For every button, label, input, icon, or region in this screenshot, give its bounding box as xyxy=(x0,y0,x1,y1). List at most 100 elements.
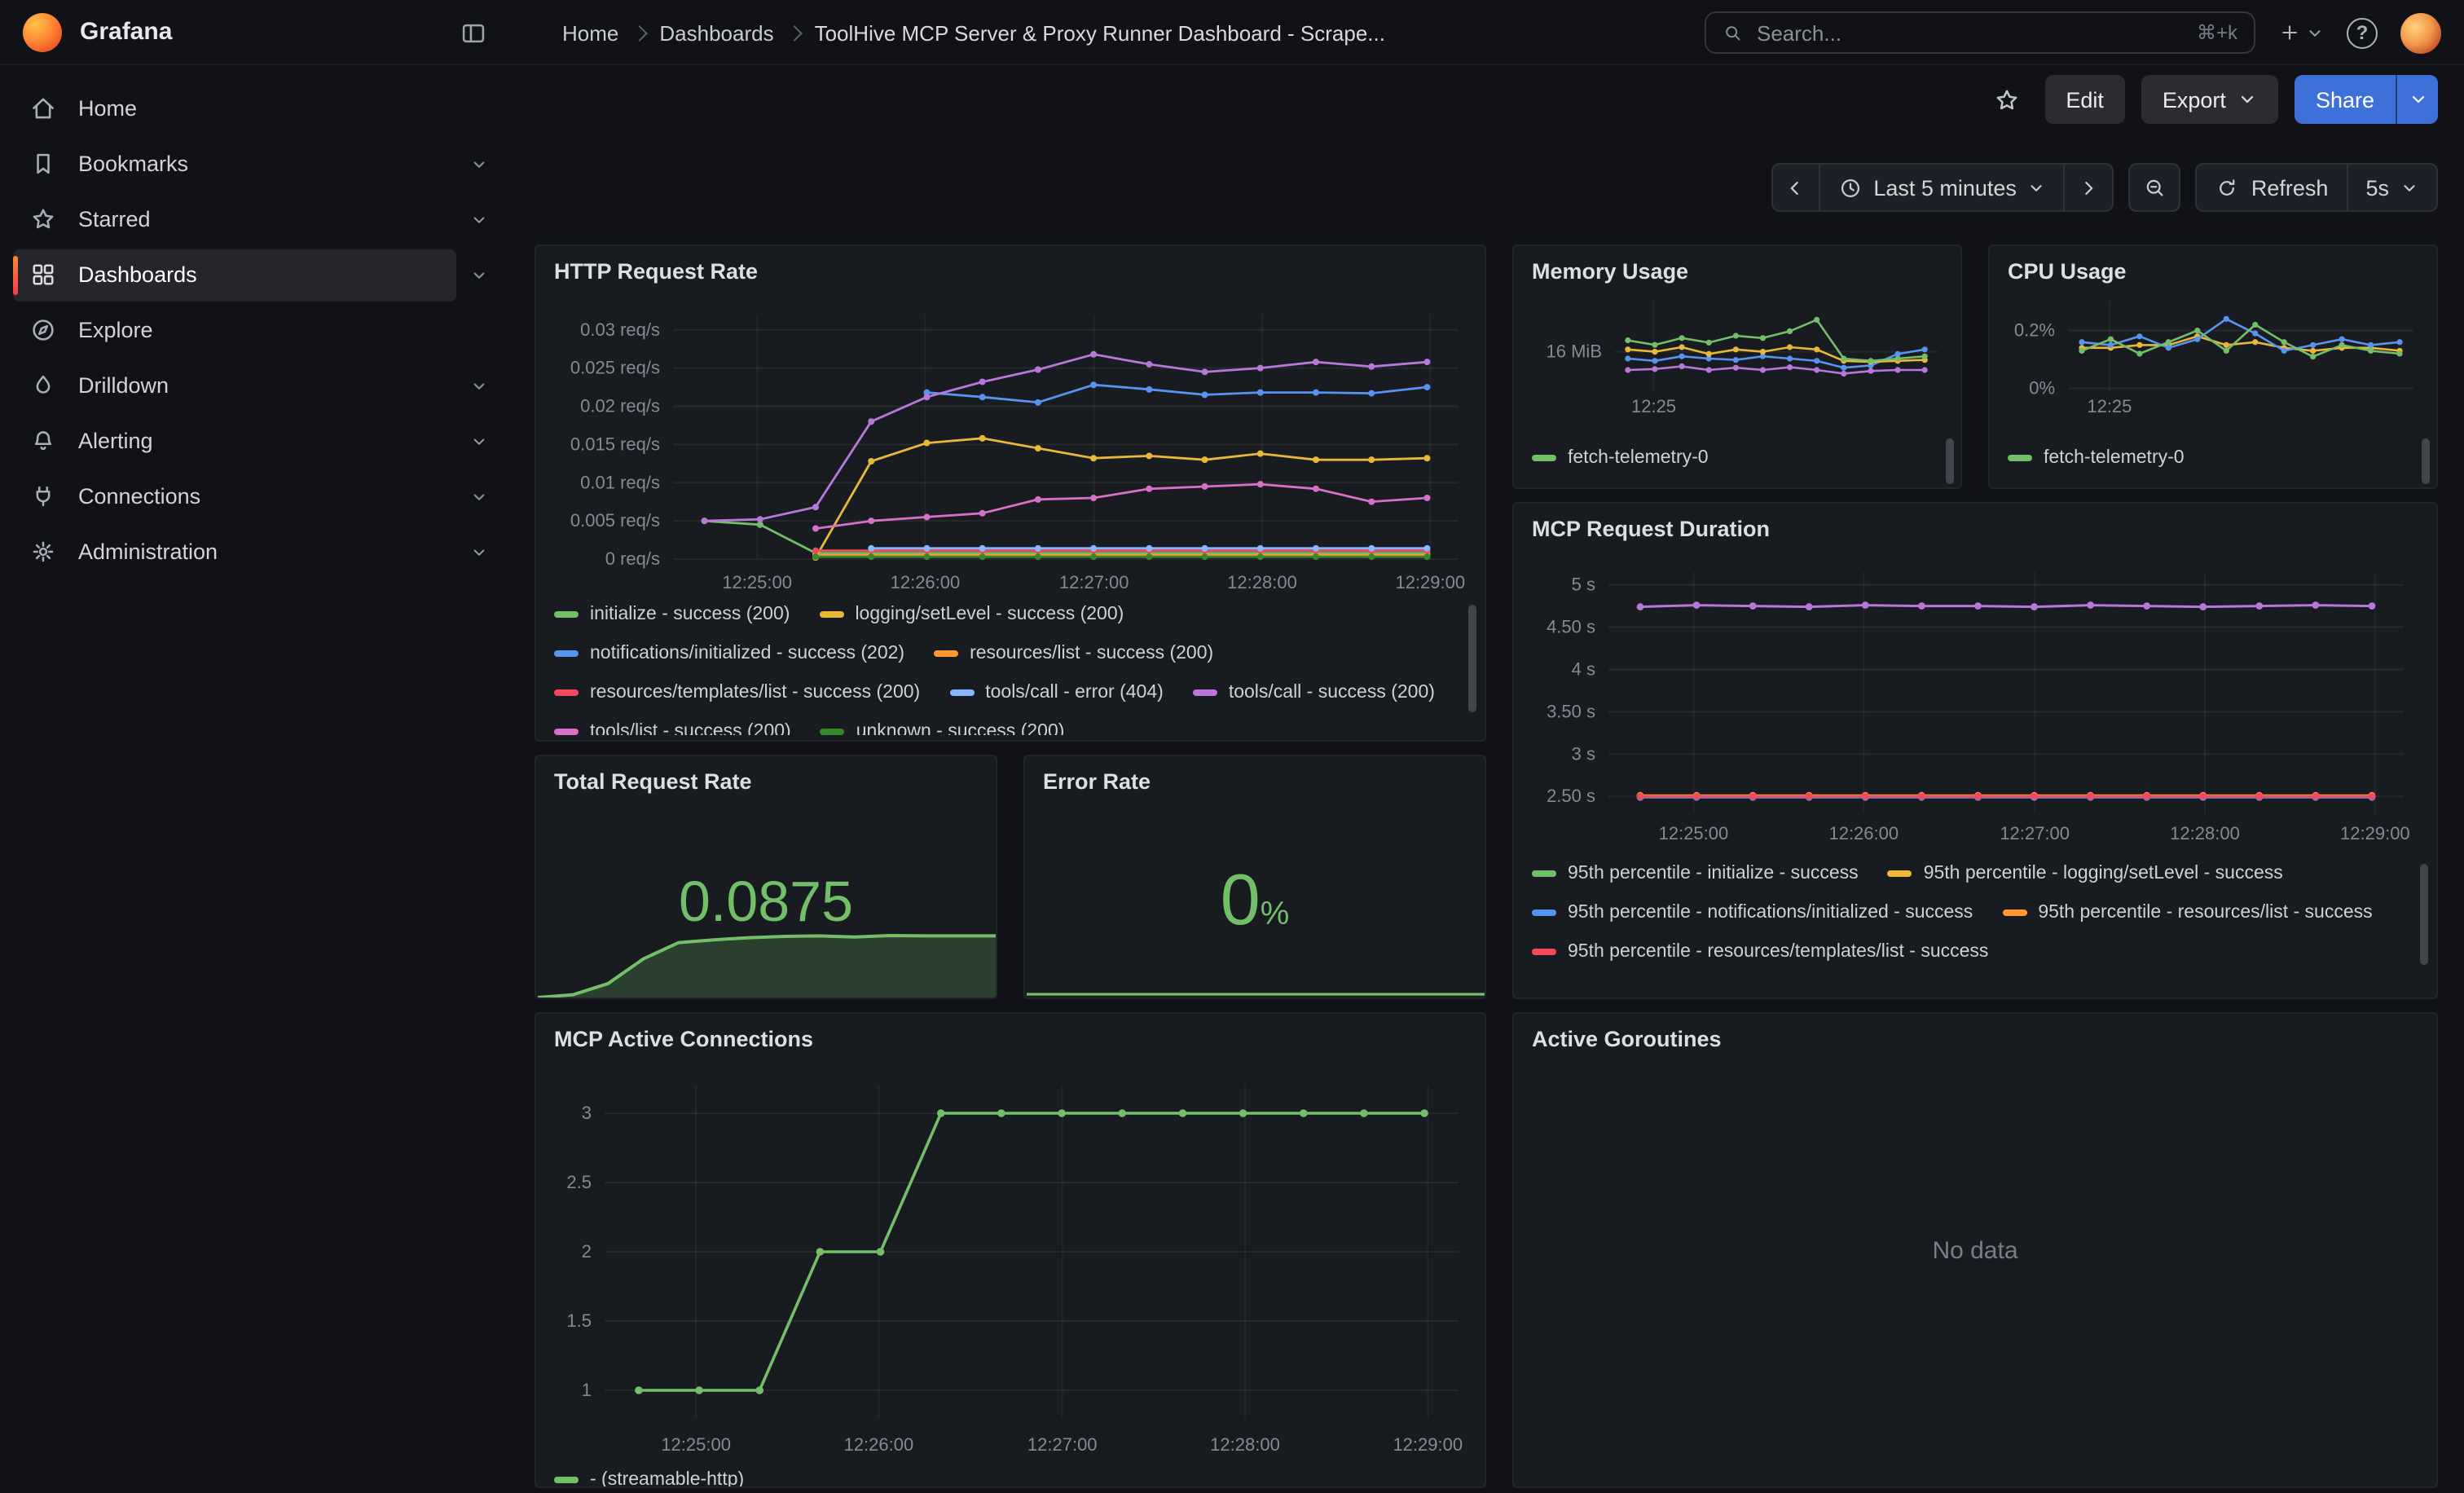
panel-title[interactable]: MCP Active Connections xyxy=(554,1027,813,1051)
legend-label: logging/setLevel - success (200) xyxy=(855,605,1124,624)
bookmark-icon xyxy=(29,150,57,178)
legend-item[interactable]: 95th percentile - notifications/initiali… xyxy=(1532,900,1973,926)
edit-button[interactable]: Edit xyxy=(2044,75,2125,124)
panel-title[interactable]: Memory Usage xyxy=(1532,259,1688,284)
zoom-out-button[interactable] xyxy=(2129,163,2181,212)
legend-item[interactable]: unknown - success (200) xyxy=(821,719,1065,735)
svg-text:16 MiB: 16 MiB xyxy=(1547,341,1602,362)
legend-item[interactable]: notifications/initialized - success (202… xyxy=(554,641,904,667)
legend-item[interactable]: - (streamable-http) xyxy=(554,1467,744,1488)
chevron-down-icon xyxy=(468,429,491,452)
sidebar-item-explore[interactable]: Explore xyxy=(13,304,502,356)
dock-menu-icon[interactable] xyxy=(455,15,491,51)
svg-text:0.015 req/s: 0.015 req/s xyxy=(570,434,660,454)
panel-title[interactable]: CPU Usage xyxy=(2008,259,2127,284)
section-expand-button[interactable] xyxy=(456,529,502,575)
plug-icon xyxy=(29,482,57,510)
new-button[interactable] xyxy=(2278,21,2324,44)
panel-title[interactable]: MCP Request Duration xyxy=(1532,517,1770,541)
section-expand-button[interactable] xyxy=(456,252,502,297)
legend-scrollbar[interactable] xyxy=(1468,605,1476,712)
favorite-button[interactable] xyxy=(1986,78,2028,121)
http-legend: initialize - success (200) logging/setLev… xyxy=(554,601,1442,735)
svg-text:2.5: 2.5 xyxy=(566,1172,592,1192)
sidebar-row: Connections xyxy=(13,469,502,523)
section-expand-button[interactable] xyxy=(456,141,502,187)
legend-scrollbar[interactable] xyxy=(2420,864,2428,965)
sidebar-item-bookmarks[interactable]: Bookmarks xyxy=(13,138,456,190)
no-data-message: No data xyxy=(1514,1014,2436,1486)
chevron-down-icon xyxy=(468,208,491,231)
section-expand-button[interactable] xyxy=(456,473,502,519)
mcp-active-connections-chart[interactable]: 11.522.5312:25:0012:26:0012:27:0012:28:0… xyxy=(549,1069,1475,1457)
time-range-picker[interactable]: Last 5 minutes xyxy=(1819,163,2066,212)
sidebar-item-dashboards[interactable]: Dashboards xyxy=(13,249,456,301)
search-input[interactable] xyxy=(1757,20,2184,45)
section-expand-button[interactable] xyxy=(456,363,502,408)
svg-text:12:26:00: 12:26:00 xyxy=(1828,823,1899,843)
mcp-request-duration-chart[interactable]: 2.50 s3 s3.50 s4 s4.50 s5 s12:25:0012:26… xyxy=(1527,559,2423,846)
chevron-down-icon xyxy=(468,540,491,563)
svg-text:12:27:00: 12:27:00 xyxy=(1059,572,1129,592)
legend-item[interactable]: resources/list - success (200) xyxy=(934,641,1213,667)
sidebar-item-administration[interactable]: Administration xyxy=(13,526,456,578)
legend-item[interactable]: fetch-telemetry-0 xyxy=(2008,445,2185,471)
legend-item[interactable]: 95th percentile - initialize - success xyxy=(1532,861,1859,887)
svg-text:12:28:00: 12:28:00 xyxy=(1210,1434,1280,1455)
legend-item[interactable]: fetch-telemetry-0 xyxy=(1532,445,1709,471)
avatar[interactable] xyxy=(2400,12,2441,53)
legend-item[interactable]: tools/call - error (404) xyxy=(949,680,1164,706)
svg-text:4.50 s: 4.50 s xyxy=(1547,617,1595,637)
grafana-logo[interactable] xyxy=(23,12,62,51)
export-button[interactable]: Export xyxy=(2141,75,2278,124)
http-request-rate-chart[interactable]: 0 req/s0.005 req/s0.01 req/s0.015 req/s0… xyxy=(549,302,1475,595)
time-forward-button[interactable] xyxy=(2066,163,2114,212)
panel-title[interactable]: Active Goroutines xyxy=(1532,1027,1722,1051)
legend-swatch xyxy=(949,689,974,696)
legend-item[interactable]: 95th percentile - resources/templates/li… xyxy=(1532,939,1988,965)
legend-scrollbar[interactable] xyxy=(2422,438,2430,484)
time-controls: Last 5 minutes Refresh 5s xyxy=(1771,163,2438,212)
section-expand-button[interactable] xyxy=(456,196,502,242)
legend-item[interactable]: logging/setLevel - success (200) xyxy=(819,601,1124,628)
breadcrumb-home[interactable]: Home xyxy=(562,20,618,45)
legend-scrollbar[interactable] xyxy=(1946,438,1954,484)
sidebar-item-connections[interactable]: Connections xyxy=(13,470,456,522)
legend-item[interactable]: resources/templates/list - success (200) xyxy=(554,680,920,706)
breadcrumb-separator-icon xyxy=(631,24,647,41)
refresh-interval-picker[interactable]: 5s xyxy=(2347,163,2438,212)
time-back-button[interactable] xyxy=(1771,163,1819,212)
share-button[interactable]: Share xyxy=(2295,75,2396,124)
sidebar-item-alerting[interactable]: Alerting xyxy=(13,415,456,467)
memory-usage-chart[interactable]: 16 MiB12:25 xyxy=(1524,292,1951,419)
gear-icon xyxy=(29,538,57,566)
legend-item[interactable]: 95th percentile - logging/setLevel - suc… xyxy=(1888,861,2283,887)
breadcrumb-dashboards[interactable]: Dashboards xyxy=(659,20,773,45)
sidebar-item-label: Bookmarks xyxy=(78,152,188,176)
legend-item[interactable]: tools/call - success (200) xyxy=(1193,680,1435,706)
sidebar-item-starred[interactable]: Starred xyxy=(13,193,456,245)
panel-title[interactable]: Total Request Rate xyxy=(554,769,752,794)
help-button[interactable]: ? xyxy=(2347,17,2378,48)
search-box[interactable]: ⌘+k xyxy=(1705,11,2255,54)
refresh-button[interactable]: Refresh xyxy=(2196,163,2348,212)
svg-text:12:27:00: 12:27:00 xyxy=(2000,823,2070,843)
legend-item[interactable]: tools/list - success (200) xyxy=(554,719,791,735)
plus-icon xyxy=(2278,21,2301,44)
sidebar-item-home[interactable]: Home xyxy=(13,82,502,134)
apps-icon xyxy=(29,261,57,288)
svg-text:0.005 req/s: 0.005 req/s xyxy=(570,510,660,531)
sidebar-item-drilldown[interactable]: Drilldown xyxy=(13,359,456,412)
legend-item[interactable]: initialize - success (200) xyxy=(554,601,790,628)
cpu-usage-chart[interactable]: 0.2%0%12:25 xyxy=(2000,292,2427,419)
section-expand-button[interactable] xyxy=(456,418,502,464)
svg-text:0.03 req/s: 0.03 req/s xyxy=(580,319,660,340)
share-menu-button[interactable] xyxy=(2396,75,2438,124)
svg-text:12:27:00: 12:27:00 xyxy=(1027,1434,1098,1455)
panel-title[interactable]: Error Rate xyxy=(1043,769,1151,794)
legend-label: initialize - success (200) xyxy=(590,605,790,624)
legend-item[interactable]: 95th percentile - resources/list - succe… xyxy=(2002,900,2372,926)
svg-text:0.02 req/s: 0.02 req/s xyxy=(580,396,660,416)
grafana-app: Grafana Home Dashboards ToolHive MCP Ser… xyxy=(0,0,2464,1493)
panel-title[interactable]: HTTP Request Rate xyxy=(554,259,758,284)
